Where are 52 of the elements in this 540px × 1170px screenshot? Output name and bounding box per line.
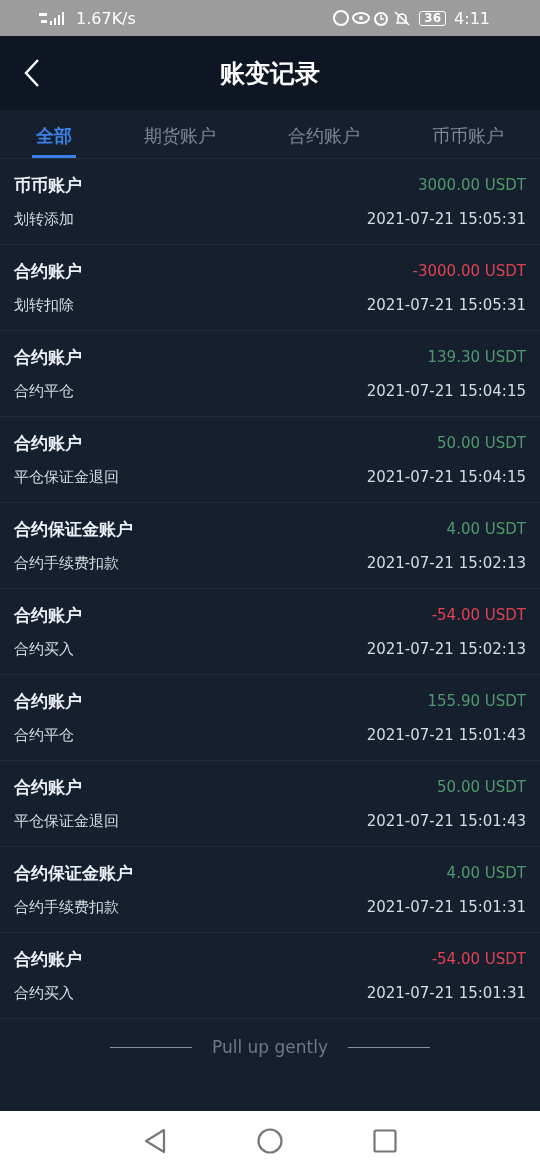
timestamp: 2021-07-21 15:05:31 <box>366 296 526 314</box>
battery-icon: 36 <box>419 10 447 26</box>
amount: -3000.00 USDT <box>412 262 526 280</box>
record-type: 合约买入 <box>14 983 74 1003</box>
amount: 50.00 USDT <box>437 778 526 796</box>
recents-icon[interactable] <box>373 1128 397 1153</box>
home-icon[interactable] <box>257 1127 283 1154</box>
record-type: 合约手续费扣款 <box>14 897 119 917</box>
timestamp: 2021-07-21 15:02:13 <box>366 554 526 572</box>
record-type: 平仓保证金退回 <box>14 811 119 831</box>
amount: -54.00 USDT <box>431 606 526 624</box>
amount: 4.00 USDT <box>446 864 526 882</box>
account-name: 合约保证金账户 <box>14 517 133 541</box>
record-type: 合约手续费扣款 <box>14 553 119 573</box>
account-name: 合约保证金账户 <box>14 861 133 885</box>
account-name: 合约账户 <box>14 345 82 369</box>
record-type: 合约买入 <box>14 639 74 659</box>
account-name: 合约账户 <box>14 259 82 283</box>
account-name: 合约账户 <box>14 689 82 713</box>
account-name: 合约账户 <box>14 947 82 971</box>
timestamp: 2021-07-21 15:05:31 <box>366 210 526 228</box>
network-speed: 1.67K/s <box>76 8 136 28</box>
timestamp: 2021-07-21 15:02:13 <box>366 640 526 658</box>
tab[interactable]: 币币账户 <box>428 110 508 158</box>
tab[interactable]: 全部 <box>32 110 76 158</box>
amount: 4.00 USDT <box>446 520 526 538</box>
record-type: 划转扣除 <box>14 295 74 315</box>
account-name: 合约账户 <box>14 775 82 799</box>
page-title: 账变记录 <box>220 57 320 90</box>
record-type: 平仓保证金退回 <box>14 467 119 487</box>
tab[interactable]: 期货账户 <box>140 110 220 158</box>
account-name: 合约账户 <box>14 603 82 627</box>
back-icon[interactable] <box>143 1127 167 1154</box>
timestamp: 2021-07-21 15:01:43 <box>366 726 526 744</box>
clock: 4:11 <box>454 8 490 28</box>
timestamp: 2021-07-21 15:01:31 <box>366 898 526 916</box>
amount: 50.00 USDT <box>437 434 526 452</box>
amount: 139.30 USDT <box>427 348 526 366</box>
timestamp: 2021-07-21 15:04:15 <box>366 382 526 400</box>
timestamp: 2021-07-21 15:01:31 <box>366 984 526 1002</box>
tab[interactable]: 合约账户 <box>284 110 364 158</box>
record-type: 划转添加 <box>14 209 74 229</box>
amount: -54.00 USDT <box>431 950 526 968</box>
amount: 155.90 USDT <box>427 692 526 710</box>
record-type: 合约平仓 <box>14 725 74 745</box>
account-name: 币币账户 <box>14 173 82 197</box>
pull-up-hint: Pull up gently <box>212 1037 328 1057</box>
record-type: 合约平仓 <box>14 381 74 401</box>
timestamp: 2021-07-21 15:04:15 <box>366 468 526 486</box>
timestamp: 2021-07-21 15:01:43 <box>366 812 526 830</box>
amount: 3000.00 USDT <box>418 176 526 194</box>
account-name: 合约账户 <box>14 431 82 455</box>
